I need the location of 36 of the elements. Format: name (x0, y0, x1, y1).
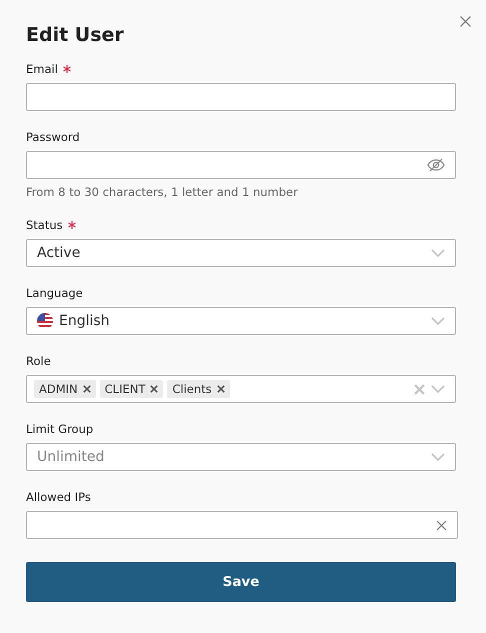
flag-icon (37, 313, 53, 329)
ips-field[interactable] (26, 511, 458, 539)
remove-icon[interactable] (216, 385, 225, 393)
select-value: Active (37, 245, 82, 261)
role-select[interactable]: ADMIN CLIENT Clients (26, 375, 456, 403)
role-tag: ADMIN (34, 380, 96, 398)
remove-icon[interactable] (150, 385, 158, 393)
field-hint: From 8 to 30 characters, 1 letter and 1 number (26, 185, 299, 199)
chevron-down-icon[interactable] (431, 385, 445, 393)
dialog-title: Edit User (26, 23, 125, 48)
role-tag: Clients (167, 380, 230, 398)
field-label: Limit Group (26, 422, 94, 436)
remove-icon[interactable] (82, 385, 91, 393)
field-label: Role (26, 354, 51, 368)
field-label: Allowed IPs (26, 490, 91, 504)
select-value: English (59, 313, 111, 329)
required-icon (62, 65, 71, 73)
select-field[interactable]: Active (26, 239, 456, 267)
field-label: Language (26, 286, 83, 300)
email-field[interactable] (26, 83, 456, 111)
role-tag: CLIENT (100, 380, 164, 398)
eye-hidden-icon[interactable] (427, 158, 445, 172)
chevron-down-icon[interactable] (431, 249, 445, 257)
save-button[interactable]: Save (26, 562, 456, 602)
password-field[interactable] (26, 151, 456, 179)
select-placeholder: Unlimited (37, 449, 106, 465)
field-label: Status (26, 218, 63, 232)
chevron-down-icon[interactable] (431, 453, 445, 461)
select-field[interactable]: Unlimited (26, 443, 456, 471)
close-icon[interactable] (460, 16, 471, 27)
chevron-down-icon[interactable] (431, 317, 445, 325)
clear-icon[interactable] (436, 520, 447, 530)
language-select[interactable]: English (26, 307, 456, 335)
required-icon (68, 221, 76, 229)
field-label: Email (26, 62, 58, 76)
field-label: Password (26, 130, 80, 144)
